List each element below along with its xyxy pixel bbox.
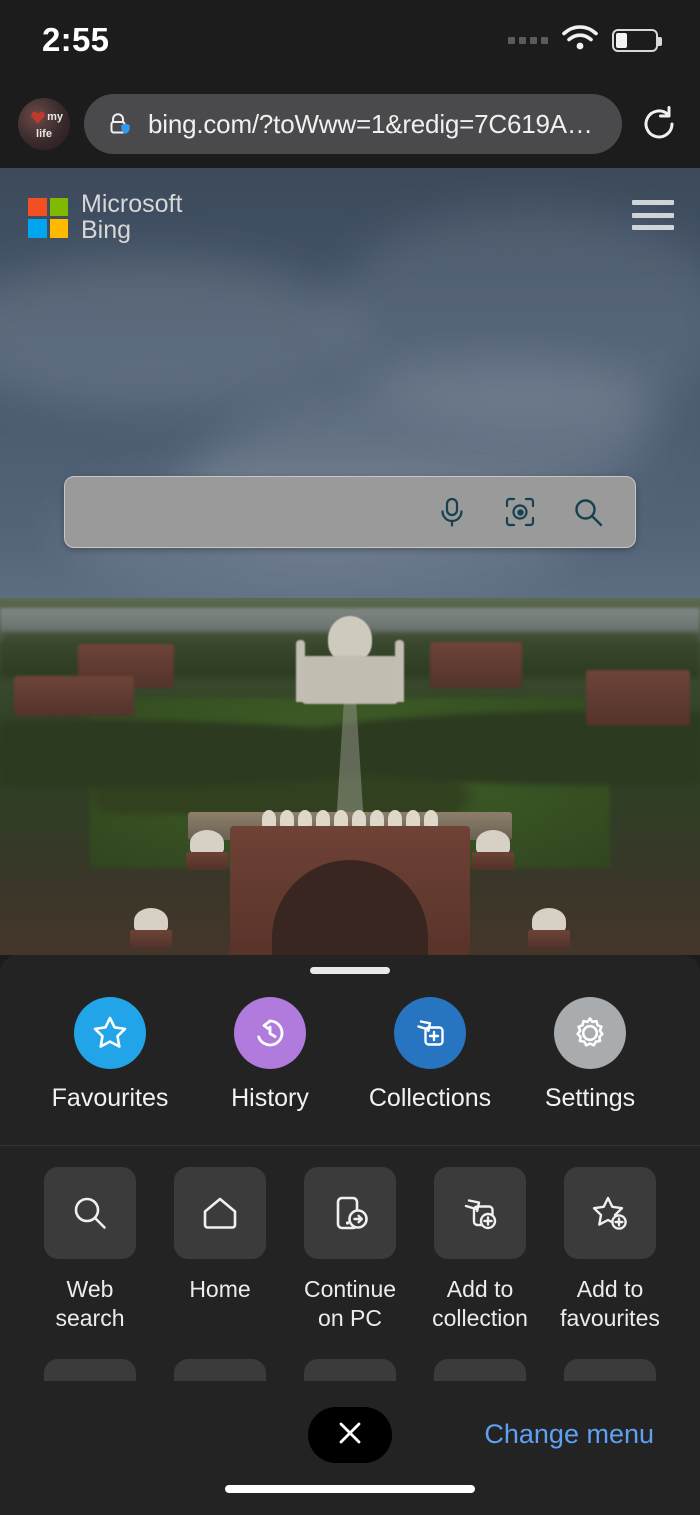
menu-item-label: Web search [55,1276,125,1332]
side-building [14,676,134,716]
quick-action-label: Collections [368,1084,492,1112]
brand-line2: Bing [81,215,132,244]
gear-icon [554,997,626,1069]
address-bar[interactable]: bing.com/?toWww=1&redig=7C619A3… [84,94,622,154]
menu-item-continue-on-pc[interactable]: Continue on PC [304,1167,396,1334]
menu-item-label: Add to collection [432,1276,528,1332]
close-x-icon [335,1418,365,1453]
quick-action-label: Favourites [51,1084,169,1112]
drag-handle[interactable] [310,967,390,974]
profile-avatar[interactable]: my life [18,98,70,150]
menu-item-partial[interactable] [304,1359,396,1381]
quick-action-label: History [231,1084,309,1112]
menu-item-partial[interactable] [564,1359,656,1381]
signal-dots-icon [508,36,548,44]
browser-toolbar: my life bing.com/?toWww=1&redig=7C619A3… [0,80,700,168]
quick-action-settings[interactable]: Settings [525,997,655,1113]
collections-icon [394,997,466,1069]
taj-mahal [296,616,404,706]
home-indicator [225,1485,475,1493]
continue-on-pc-icon [304,1167,396,1259]
menu-grid-row-partial [0,1359,700,1381]
wallpaper-gardens [0,598,700,955]
microphone-icon[interactable] [433,493,471,531]
sheet-divider [0,1145,700,1146]
history-clock-icon [234,997,306,1069]
webpage-content: Microsoft Bing [0,168,700,955]
close-button[interactable] [308,1407,392,1463]
menu-item-partial[interactable] [434,1359,526,1381]
menu-item-label: Add to favourites [560,1276,660,1332]
menu-item-partial[interactable] [174,1359,266,1381]
menu-item-add-to-favourites[interactable]: Add to favourites [560,1167,660,1334]
battery-icon [612,28,662,52]
reload-icon[interactable] [636,101,682,147]
side-building [430,642,522,688]
lock-shield-icon[interactable] [106,111,132,137]
brand-text: Microsoft Bing [81,190,183,244]
heart-icon [31,111,45,124]
status-bar-time: 2:55 [42,21,110,58]
sheet-bottom-bar: Change menu [0,1407,700,1479]
menu-item-add-to-collection[interactable]: Add to collection [432,1167,528,1334]
quick-action-label: Settings [544,1084,636,1112]
quick-action-history[interactable]: History [205,997,335,1113]
menu-item-partial[interactable] [44,1359,136,1381]
add-to-collection-icon [434,1167,526,1259]
quick-actions-row: Favourites History Collections Settings [0,997,700,1113]
avatar-line1: my [47,111,63,123]
quick-action-favourites[interactable]: Favourites [45,997,175,1113]
bottom-sheet-menu: Favourites History Collections Settings … [0,955,700,1515]
gateway-structure [130,804,570,955]
add-to-favourites-icon [564,1167,656,1259]
quick-action-collections[interactable]: Collections [365,997,495,1113]
side-building [586,670,690,726]
search-icon [44,1167,136,1259]
status-bar-icons [508,24,662,56]
url-text: bing.com/?toWww=1&redig=7C619A3… [148,108,600,139]
hamburger-menu-icon[interactable] [632,200,674,230]
menu-item-label: Continue on PC [303,1276,397,1332]
search-icon[interactable] [569,493,607,531]
menu-item-web-search[interactable]: Web search [44,1167,136,1334]
home-icon [174,1167,266,1259]
change-menu-link[interactable]: Change menu [484,1419,654,1450]
microsoft-logo-icon [28,197,68,238]
status-bar: 2:55 [0,0,700,80]
search-input[interactable] [64,476,636,548]
brand-line1: Microsoft [81,190,183,218]
phone-screen: 2:55 my life bing.com/?toWww=1&redig=7C6… [0,0,700,1515]
menu-grid-row: Web search Home Continue on PC Add to co… [0,1167,700,1334]
bing-logo[interactable]: Microsoft Bing [28,190,183,244]
visual-search-icon[interactable] [501,493,539,531]
wifi-icon [562,24,598,56]
avatar-line2: life [36,128,52,140]
menu-item-label: Home [189,1276,251,1302]
star-icon [74,997,146,1069]
menu-item-home[interactable]: Home [174,1167,266,1334]
